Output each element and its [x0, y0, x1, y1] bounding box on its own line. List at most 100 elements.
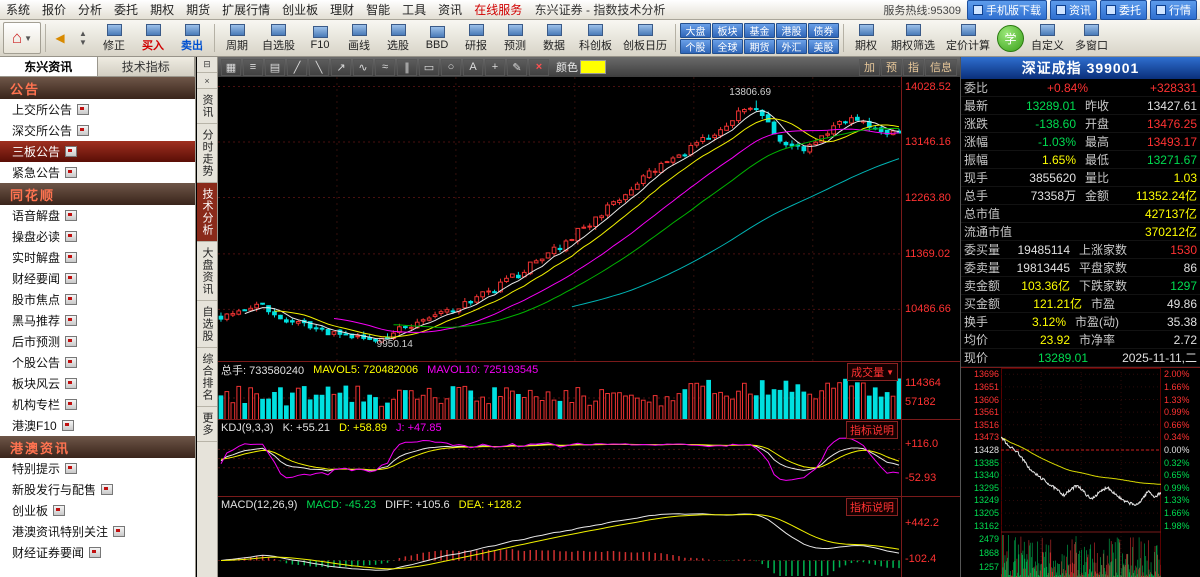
toolbar-button[interactable]: 预测	[497, 22, 533, 54]
market-button[interactable]: 港股	[776, 23, 807, 38]
menu-item[interactable]: 报价	[36, 0, 72, 20]
candlestick-pane[interactable]: 14028.5213146.1612263.8011369.0210486.66…	[218, 77, 960, 362]
menu-item[interactable]: 创业板	[276, 0, 324, 20]
kdj-help-link[interactable]: 指标说明	[846, 421, 898, 439]
menu-item[interactable]: 委托	[108, 0, 144, 20]
sidebar-tab[interactable]: 技术指标	[98, 57, 196, 76]
vertical-tab[interactable]: 自选股	[197, 301, 217, 348]
sidebar-item[interactable]: 股市焦点	[0, 289, 195, 310]
market-button[interactable]: 美股	[808, 39, 839, 54]
macd-chart[interactable]	[218, 511, 902, 577]
volume-chart[interactable]	[218, 376, 902, 420]
wave-icon[interactable]: ∿	[353, 59, 373, 76]
grid-icon[interactable]: ▦	[221, 59, 241, 76]
cross-icon[interactable]: +	[485, 59, 505, 76]
quick-button[interactable]: 委托	[1100, 0, 1147, 20]
delete-icon[interactable]: ×	[529, 59, 549, 76]
buy-button[interactable]: 买入	[135, 22, 171, 54]
sidebar-item[interactable]: 后市预测	[0, 331, 195, 352]
market-button[interactable]: 个股	[680, 39, 711, 54]
quick-button[interactable]: 行情	[1150, 0, 1197, 20]
market-button[interactable]: 外汇	[776, 39, 807, 54]
volume-pane-selector[interactable]: 成交量 ▼	[847, 363, 898, 381]
sidebar-item[interactable]: 操盘必读	[0, 226, 195, 247]
sell-button[interactable]: 卖出	[174, 22, 210, 54]
menu-item[interactable]: 资讯	[432, 0, 468, 20]
quick-button[interactable]: 手机版下载	[967, 0, 1047, 20]
menu-item[interactable]: 系统	[0, 0, 36, 20]
kdj-chart[interactable]	[218, 434, 902, 497]
list-icon[interactable]: ≡	[243, 59, 263, 76]
toolbar-button[interactable]: 科创板	[575, 22, 616, 54]
market-button[interactable]: 大盘	[680, 23, 711, 38]
market-button[interactable]: 期货	[744, 39, 775, 54]
collapse-icon[interactable]: ⊟	[197, 57, 217, 73]
menu-item[interactable]: 分析	[72, 0, 108, 20]
approx-icon[interactable]: ≈	[375, 59, 395, 76]
market-button[interactable]: 债券	[808, 23, 839, 38]
menu-item[interactable]: 智能	[360, 0, 396, 20]
sidebar-item[interactable]: 机构专栏	[0, 394, 195, 415]
toolbar-button[interactable]: 创板日历	[619, 22, 671, 54]
sidebar-item[interactable]: 财经证券要闻	[0, 542, 195, 563]
home-button[interactable]: ⌂▼	[3, 22, 41, 54]
toolbar-button[interactable]: 数据	[536, 22, 572, 54]
sidebar-item[interactable]: 个股公告	[0, 352, 195, 373]
market-button[interactable]: 全球	[712, 39, 743, 54]
panel-icon[interactable]: ▤	[265, 59, 285, 76]
macd-pane[interactable]: MACD(12,26,9) MACD: -45.23 DIFF: +105.6 …	[218, 497, 960, 577]
toolbar-button[interactable]: 画线	[341, 22, 377, 54]
toolbar-button[interactable]: 研报	[458, 22, 494, 54]
sidebar-item[interactable]: 创业板	[0, 500, 195, 521]
sidebar-item[interactable]: 深交所公告	[0, 120, 195, 141]
rect-icon[interactable]: ▭	[419, 59, 439, 76]
toolbar-button[interactable]: 期权筛选	[887, 22, 939, 54]
menu-item[interactable]: 理财	[324, 0, 360, 20]
vertical-tab[interactable]: 大盘资讯	[197, 242, 217, 301]
menu-item[interactable]: 期货	[180, 0, 216, 20]
macd-help-link[interactable]: 指标说明	[846, 498, 898, 516]
sidebar-item[interactable]: 新股发行与配售	[0, 479, 195, 500]
vertical-tab[interactable]: 资讯	[197, 89, 217, 124]
toolbar-button[interactable]: 期权	[848, 22, 884, 54]
sidebar-item[interactable]: 实时解盘	[0, 247, 195, 268]
sidebar-tab[interactable]: 东兴资讯	[0, 57, 98, 76]
sidebar-item[interactable]: 紧急公告	[0, 162, 195, 183]
sidebar-item[interactable]: 板块风云	[0, 373, 195, 394]
chart-info-button[interactable]: 指	[903, 59, 924, 76]
sidebar-item[interactable]: 港澳资讯特别关注	[0, 521, 195, 542]
close-icon[interactable]: ×	[197, 73, 217, 89]
menu-item[interactable]: 扩展行情	[216, 0, 276, 20]
vertical-tab[interactable]: 综合排名	[197, 348, 217, 407]
learn-button[interactable]: 学	[997, 25, 1024, 52]
toolbar-button[interactable]: F10	[302, 22, 338, 54]
step-buttons[interactable]: ▲▼	[73, 25, 93, 51]
vertical-tab[interactable]: 技术分析	[197, 183, 217, 242]
sidebar-item[interactable]: 上交所公告	[0, 99, 195, 120]
chart-info-button[interactable]: 加	[859, 59, 880, 76]
brush-icon[interactable]: ✎	[507, 59, 527, 76]
sidebar-item[interactable]: 三板公告	[0, 141, 195, 162]
sidebar-item[interactable]: 特别提示	[0, 458, 195, 479]
menu-item[interactable]: 期权	[144, 0, 180, 20]
back-button[interactable]: ◀	[50, 25, 70, 51]
kdj-pane[interactable]: KDJ(9,3,3) K: +55.21 D: +58.89 J: +47.85…	[218, 420, 960, 497]
toolbar-button[interactable]: 选股	[380, 22, 416, 54]
color-swatch[interactable]	[580, 60, 606, 74]
candlestick-chart[interactable]	[218, 77, 902, 362]
toolbar-button[interactable]: 自定义	[1027, 22, 1068, 54]
quick-button[interactable]: 资讯	[1050, 0, 1097, 20]
intraday-chart[interactable]	[1001, 368, 1161, 577]
market-button[interactable]: 基金	[744, 23, 775, 38]
vertical-tab[interactable]: 分时走势	[197, 124, 217, 183]
vertical-tab[interactable]: 更多	[197, 407, 217, 442]
text-icon[interactable]: A	[463, 59, 483, 76]
sidebar-item[interactable]: 黑马推荐	[0, 310, 195, 331]
segment-icon[interactable]: ╲	[309, 59, 329, 76]
arrow-line-icon[interactable]: ↗	[331, 59, 351, 76]
channel-icon[interactable]: ∥	[397, 59, 417, 76]
circle-icon[interactable]: ○	[441, 59, 461, 76]
sidebar-item[interactable]: 港澳F10	[0, 415, 195, 436]
sidebar-item[interactable]: 财经要闻	[0, 268, 195, 289]
menu-item-online-service[interactable]: 在线服务	[468, 0, 528, 20]
